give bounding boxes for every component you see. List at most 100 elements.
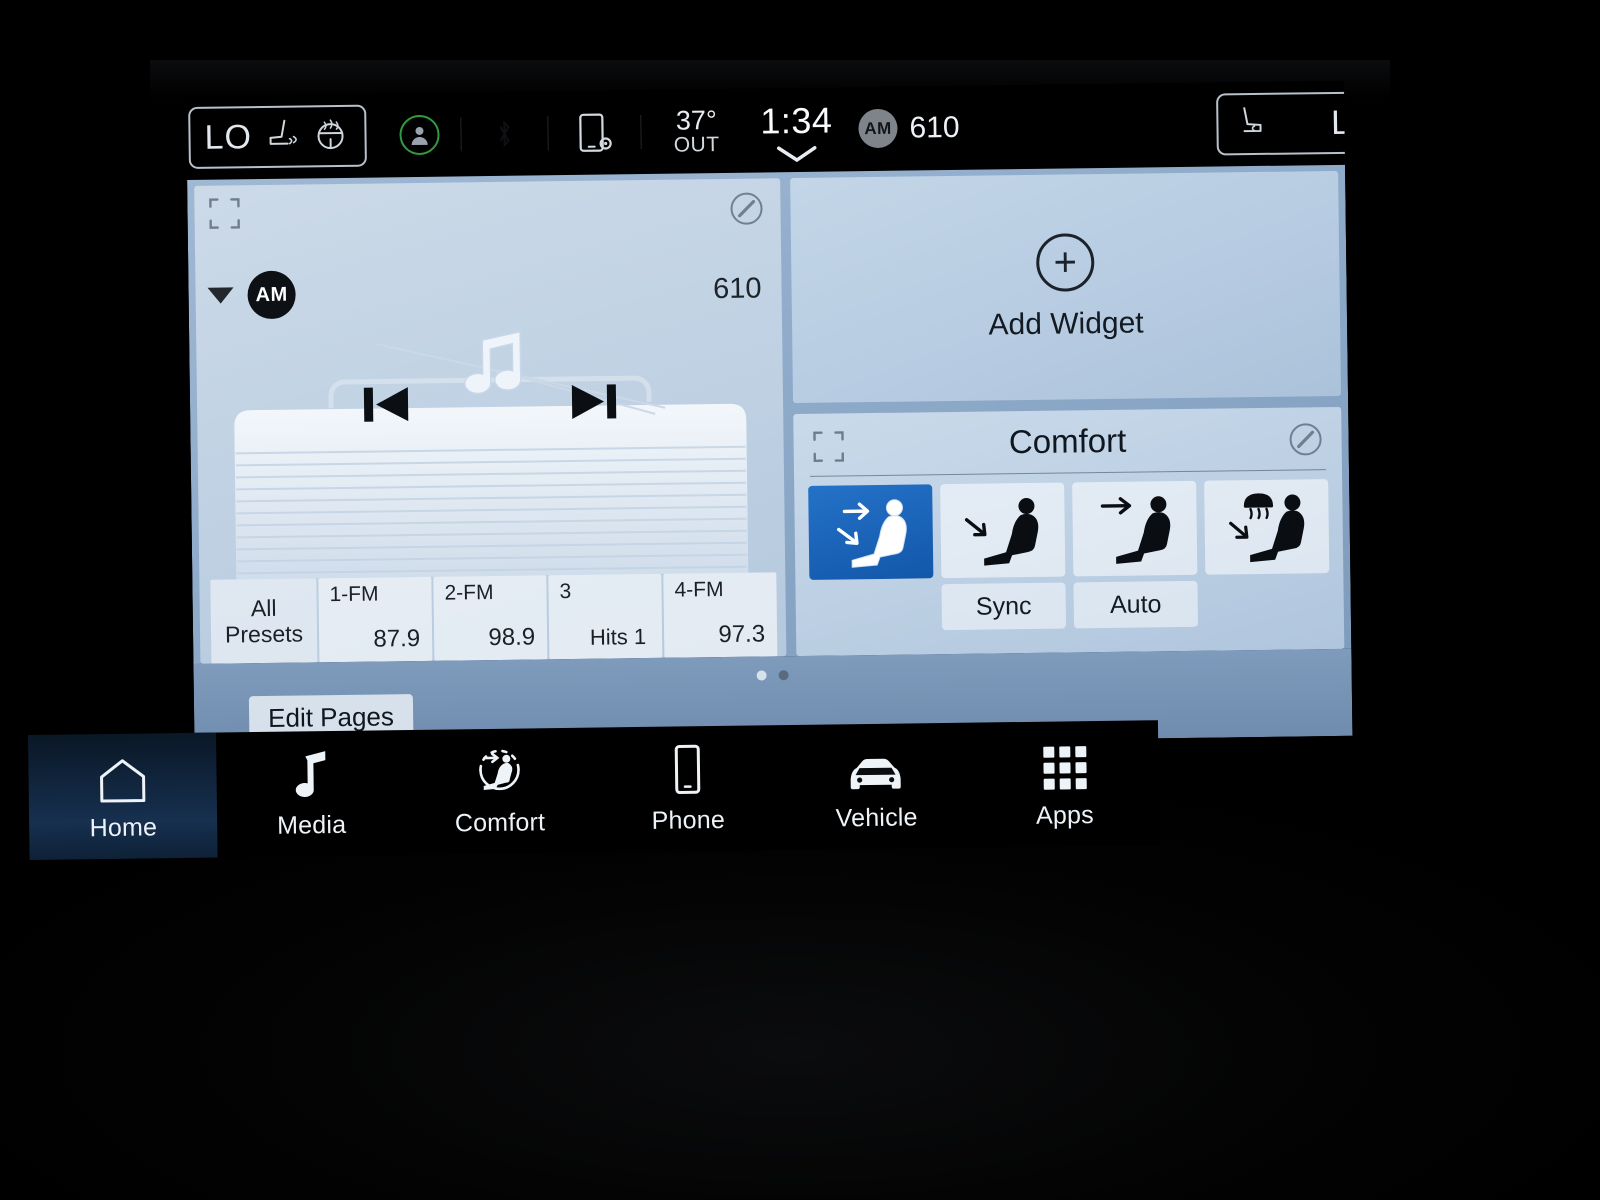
nav-media-label: Media xyxy=(276,810,347,840)
page-dot-2[interactable] xyxy=(778,670,789,681)
add-widget-panel[interactable]: + Add Widget xyxy=(790,170,1342,404)
home-left-column: AM 610 All Presets 1-FM 87.9 2-FM 98.9 3… xyxy=(194,178,787,664)
media-transport-controls xyxy=(197,376,784,430)
comfort-widget: Comfort Sync Auto xyxy=(793,406,1345,657)
all-presets-button[interactable]: All Presets xyxy=(210,578,318,664)
preset-3-button[interactable]: 3 Hits 1 xyxy=(548,573,663,660)
status-audio-source[interactable]: AM 610 xyxy=(858,108,960,149)
nav-comfort[interactable]: Comfort xyxy=(405,728,595,855)
preset-3-value: Hits 1 xyxy=(589,624,647,650)
car-icon xyxy=(845,740,908,795)
preset-4-button[interactable]: 4-FM 97.3 xyxy=(663,572,778,658)
nav-media[interactable]: Media xyxy=(216,730,406,857)
add-widget-label: Add Widget xyxy=(988,305,1144,342)
all-presets-line2: Presets xyxy=(224,620,304,648)
status-band-badge: AM xyxy=(858,108,898,149)
airflow-face-button[interactable] xyxy=(1072,480,1198,577)
comfort-widget-title: Comfort xyxy=(1008,421,1127,461)
airflow-face-and-feet-button[interactable] xyxy=(808,484,934,580)
user-profile-button[interactable] xyxy=(378,92,461,177)
music-note-icon xyxy=(288,747,335,802)
status-bar-center: 37° OUT xyxy=(378,89,752,178)
preset-1-label: 1-FM xyxy=(329,582,379,607)
seat-face-icon xyxy=(1100,496,1171,564)
airflow-feet-cell: Sync xyxy=(940,482,1067,631)
temperature-value: 37° xyxy=(675,104,717,136)
seat-defrost-feet-icon xyxy=(1229,493,1305,563)
expand-widget-icon[interactable] xyxy=(207,196,241,230)
media-frequency: 610 xyxy=(712,272,762,306)
airflow-face-and-feet-sublabel xyxy=(809,584,934,632)
driver-climate-button[interactable]: LO xyxy=(188,104,367,169)
media-widget[interactable]: AM 610 All Presets 1-FM 87.9 2-FM 98.9 3… xyxy=(194,178,787,664)
phone-settings-icon[interactable] xyxy=(548,90,641,175)
nav-home-label: Home xyxy=(89,812,158,842)
nav-vehicle-label: Vehicle xyxy=(835,802,918,832)
home-right-column: + Add Widget Comfort Sync Auto xyxy=(790,170,1345,657)
nav-comfort-label: Comfort xyxy=(454,807,546,837)
temperature-label: OUT xyxy=(673,133,720,157)
seat-comfort-icon xyxy=(472,745,527,800)
heated-seat-icon[interactable] xyxy=(261,116,302,158)
comfort-widget-header: Comfort xyxy=(807,417,1328,476)
sync-button[interactable]: Sync xyxy=(941,582,1067,631)
seat-face-feet-icon xyxy=(837,499,907,568)
auto-button[interactable]: Auto xyxy=(1073,580,1199,629)
home-screen: AM 610 All Presets 1-FM 87.9 2-FM 98.9 3… xyxy=(187,164,1352,664)
nav-phone-label: Phone xyxy=(651,805,726,835)
status-bar: LO 37° OUT 1:34 AM 610 LO xyxy=(186,80,1353,180)
nav-apps-label: Apps xyxy=(1035,800,1095,830)
edit-pencil-icon[interactable] xyxy=(1287,421,1323,457)
media-band-selector[interactable]: AM xyxy=(207,270,296,320)
user-profile-icon xyxy=(399,114,440,156)
driver-temp-value: LO xyxy=(204,117,253,157)
preset-2-label: 2-FM xyxy=(444,581,494,605)
plus-icon[interactable]: + xyxy=(1035,232,1095,292)
seat-feet-icon xyxy=(964,498,1039,566)
caret-down-icon[interactable] xyxy=(207,287,234,304)
preset-3-label: 3 xyxy=(559,580,572,604)
nav-apps[interactable]: Apps xyxy=(970,720,1160,847)
nav-home[interactable]: Home xyxy=(28,732,218,860)
previous-track-icon[interactable] xyxy=(358,381,415,428)
airflow-defrost-and-feet-cell xyxy=(1204,479,1330,627)
next-track-icon[interactable] xyxy=(566,378,623,425)
heated-seat-icon[interactable] xyxy=(1232,103,1273,145)
clock[interactable]: 1:34 xyxy=(731,99,862,170)
clock-time: 1:34 xyxy=(760,99,833,142)
airflow-defrost-and-feet-button[interactable] xyxy=(1204,479,1330,575)
preset-1-button[interactable]: 1-FM 87.9 xyxy=(318,576,433,663)
preset-4-label: 4-FM xyxy=(674,578,724,602)
preset-strip: All Presets 1-FM 87.9 2-FM 98.9 3 Hits 1… xyxy=(199,572,786,664)
edit-pencil-icon[interactable] xyxy=(728,190,764,226)
airflow-feet-button[interactable] xyxy=(940,482,1066,579)
all-presets-line1: All xyxy=(250,594,277,621)
preset-2-value: 98.9 xyxy=(488,623,536,652)
vintage-radio-artwork xyxy=(234,330,749,580)
heated-steering-wheel-icon[interactable] xyxy=(310,115,351,157)
airflow-face-and-feet-cell xyxy=(808,484,934,632)
home-icon xyxy=(95,750,150,805)
page-dot-1[interactable] xyxy=(756,670,767,681)
passenger-climate-button[interactable]: LO xyxy=(1216,91,1353,156)
page-indicator-dots xyxy=(756,670,789,681)
chevron-down-icon[interactable] xyxy=(732,143,862,170)
dashboard-surround: LO 37° OUT 1:34 AM 610 LO AM 610 All Pre… xyxy=(0,0,1600,1200)
preset-2-button[interactable]: 2-FM 98.9 xyxy=(433,575,548,661)
bluetooth-status-slot[interactable] xyxy=(461,91,548,176)
airflow-defrost-and-feet-sublabel xyxy=(1205,579,1330,627)
apps-grid-icon xyxy=(1039,738,1090,793)
airflow-face-cell: Auto xyxy=(1072,480,1199,629)
media-artwork-area: AM 610 xyxy=(194,178,785,580)
nav-phone[interactable]: Phone xyxy=(593,725,783,852)
passenger-temp-value: LO xyxy=(1330,102,1353,142)
airflow-mode-row: Sync Auto xyxy=(808,479,1330,632)
bottom-navigation-bar: Home Media Comfort Phone Vehicle Apps xyxy=(28,720,1160,860)
nav-vehicle[interactable]: Vehicle xyxy=(781,723,971,850)
media-band-badge: AM xyxy=(247,270,296,320)
status-frequency: 610 xyxy=(909,110,960,145)
phone-icon xyxy=(670,743,705,797)
infotainment-screen: LO 37° OUT 1:34 AM 610 LO AM 610 All Pre… xyxy=(186,80,1353,751)
preset-1-value: 87.9 xyxy=(373,624,421,653)
preset-4-value: 97.3 xyxy=(718,620,766,649)
